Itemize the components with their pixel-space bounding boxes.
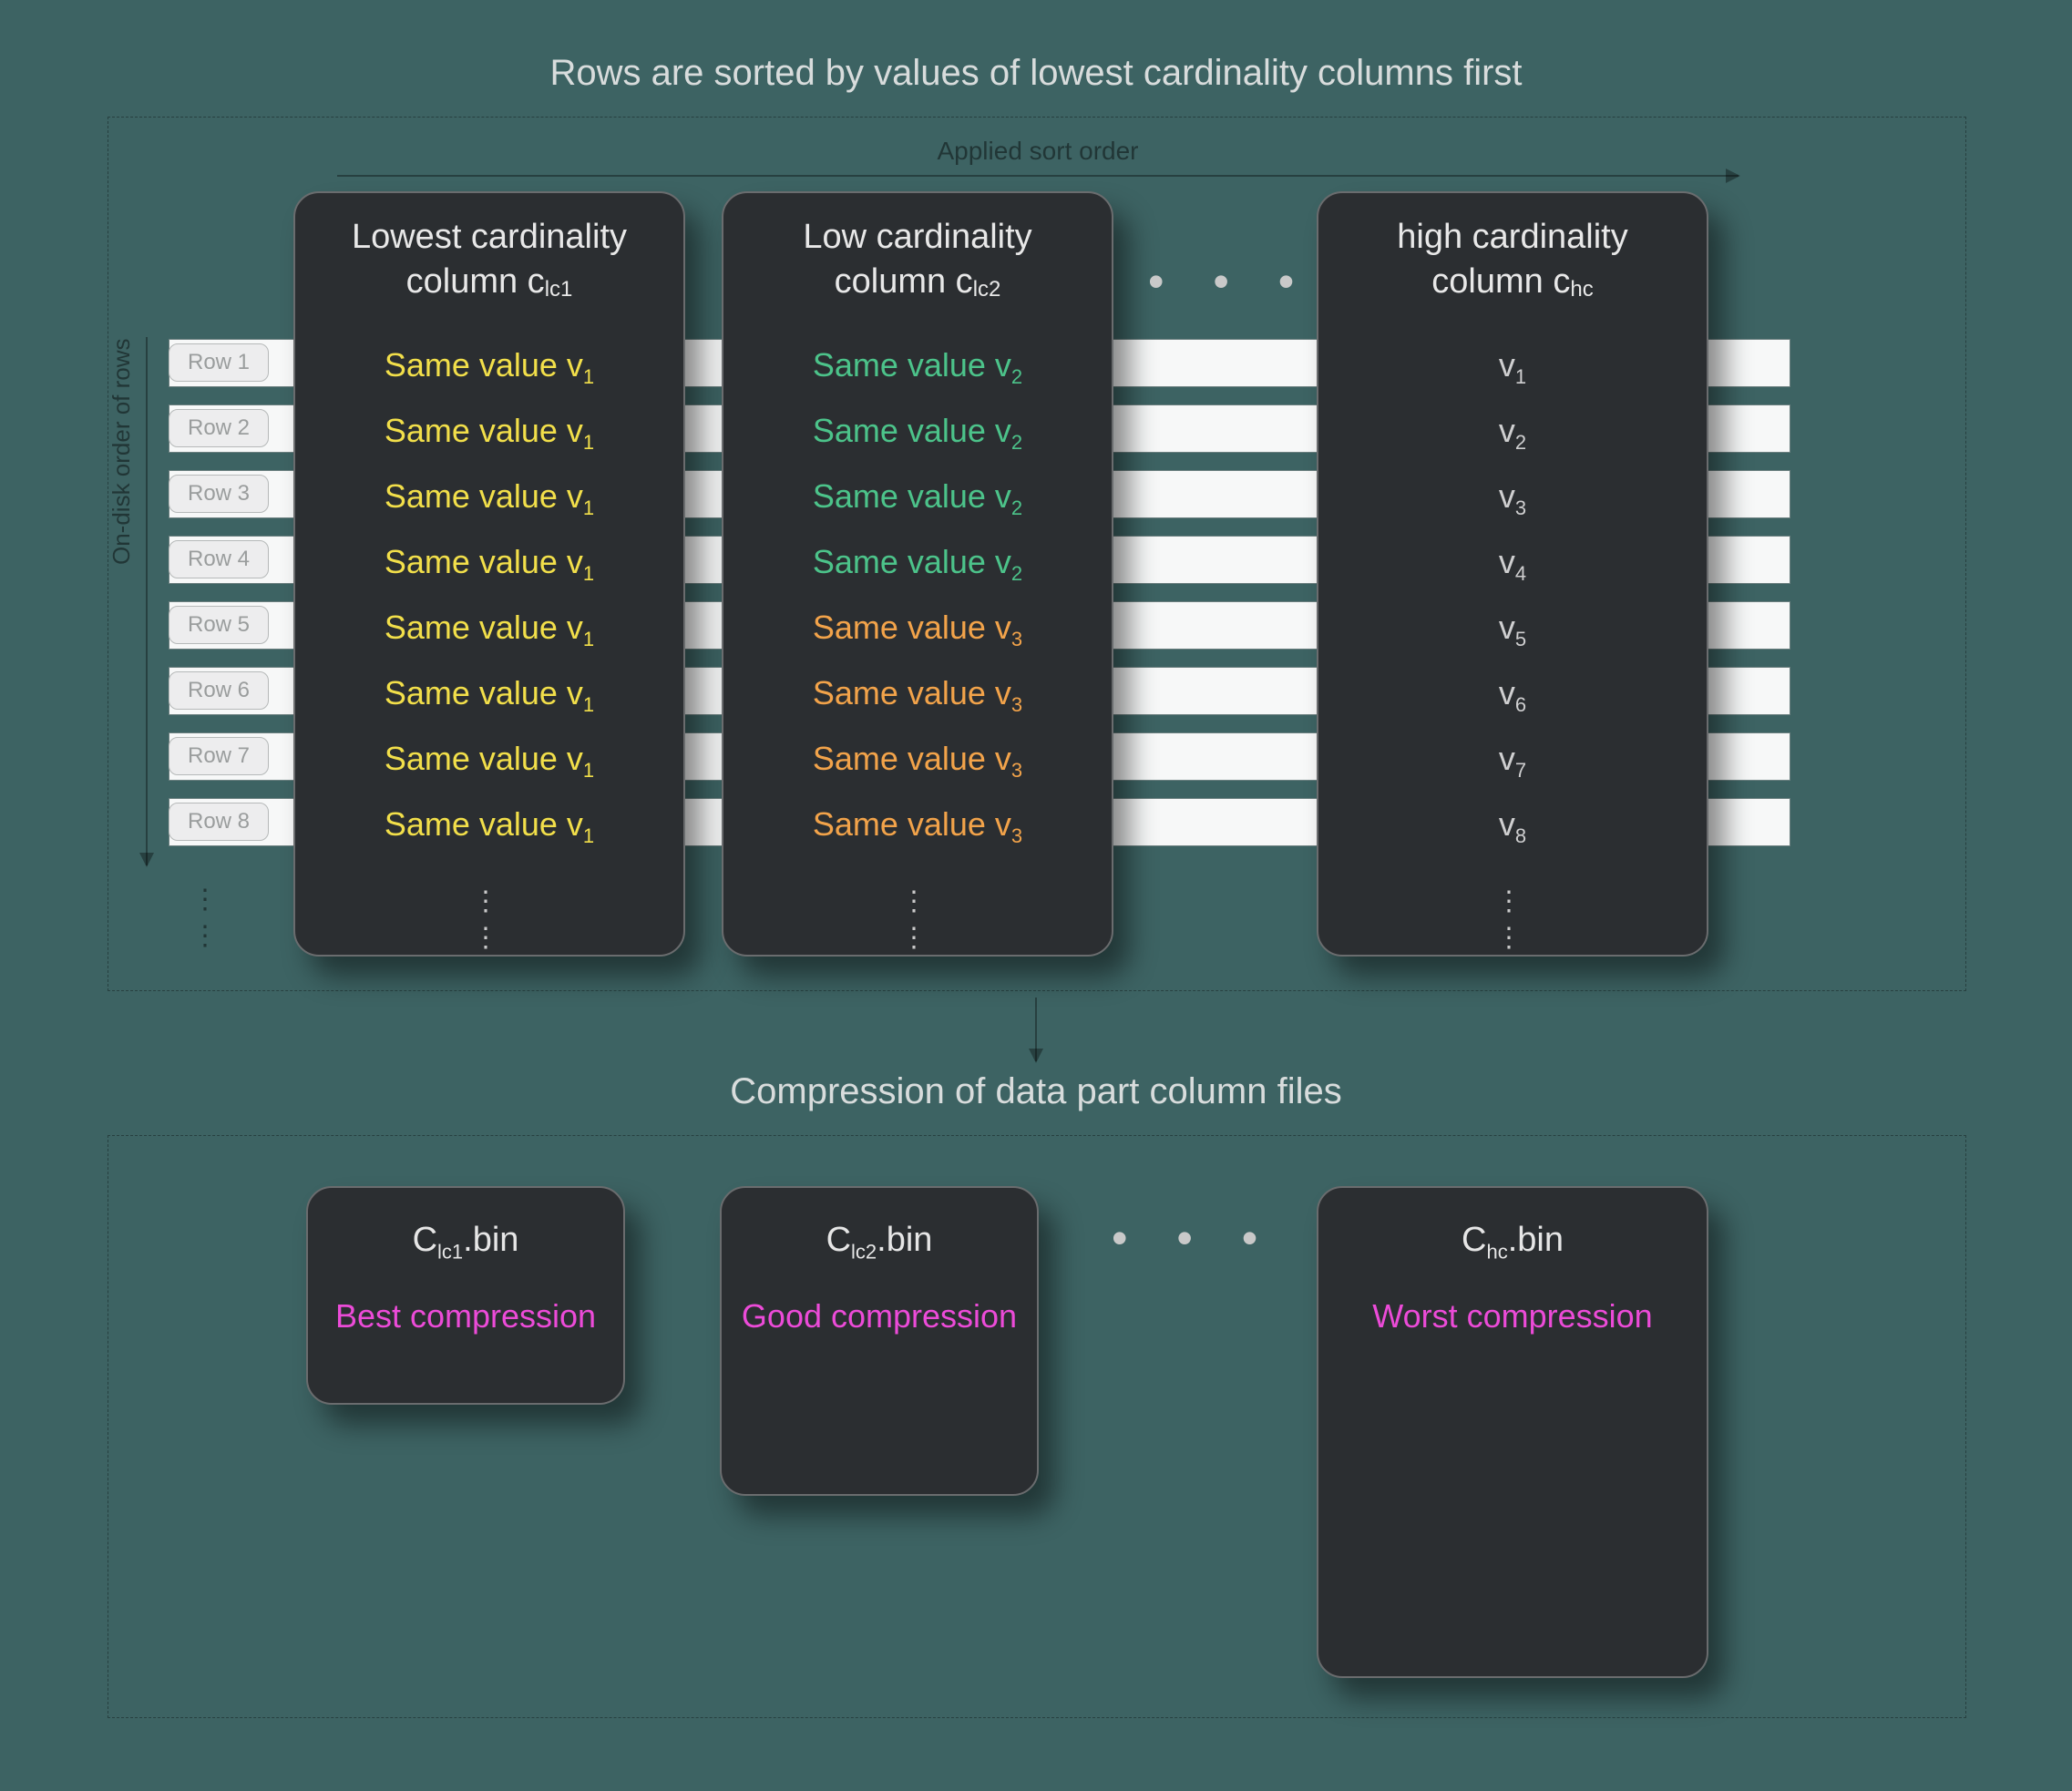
cell-value: Same value v1 bbox=[295, 740, 683, 783]
cell-value: Same value v3 bbox=[723, 609, 1112, 651]
cell-value: Same value v1 bbox=[295, 543, 683, 586]
vdots-icon: ⋮ bbox=[191, 884, 219, 916]
cell-value: Same value v2 bbox=[723, 346, 1112, 389]
top-section-title: Rows are sorted by values of lowest card… bbox=[0, 53, 2072, 94]
on-disk-order-arrow bbox=[146, 337, 148, 865]
cell-value: v8 bbox=[1318, 805, 1707, 848]
bin-compression-desc: Good compression bbox=[722, 1295, 1037, 1336]
cell-value: Same value v1 bbox=[295, 412, 683, 455]
bin-filename: Clc2.bin bbox=[722, 1221, 1037, 1264]
cell-value: Same value v3 bbox=[723, 805, 1112, 848]
bin-card-hc: Chc.bin Worst compression bbox=[1317, 1186, 1708, 1678]
vdots-icon: ⋮ bbox=[191, 920, 219, 952]
cell-value: Same value v2 bbox=[723, 412, 1112, 455]
cell-value: Same value v3 bbox=[723, 674, 1112, 717]
row-label: Row 6 bbox=[169, 671, 269, 710]
hdots-icon: • • • bbox=[1148, 255, 1312, 308]
cell-value: Same value v1 bbox=[295, 674, 683, 717]
column-card-lc2: Low cardinality column clc2 Same value v… bbox=[722, 191, 1113, 957]
row-label: Row 3 bbox=[169, 475, 269, 513]
vdots-icon: ⋮ bbox=[723, 885, 1112, 917]
row-label: Row 1 bbox=[169, 343, 269, 382]
cell-value: Same value v3 bbox=[723, 740, 1112, 783]
on-disk-order-label: On-disk order of rows bbox=[108, 338, 136, 565]
bin-filename: Chc.bin bbox=[1318, 1221, 1707, 1264]
column-card-lc1: Lowest cardinality column clc1 Same valu… bbox=[293, 191, 685, 957]
column-header-hc: high cardinality column chc bbox=[1318, 193, 1707, 303]
row-label: Row 4 bbox=[169, 540, 269, 578]
bin-compression-desc: Best compression bbox=[308, 1295, 623, 1336]
cell-value: Same value v2 bbox=[723, 543, 1112, 586]
column-header-lc2: Low cardinality column clc2 bbox=[723, 193, 1112, 303]
column-header-lc1: Lowest cardinality column clc1 bbox=[295, 193, 683, 303]
vdots-icon: ⋮ bbox=[295, 922, 683, 954]
cell-value: Same value v1 bbox=[295, 609, 683, 651]
bin-card-lc2: Clc2.bin Good compression bbox=[720, 1186, 1039, 1496]
sort-order-label: Applied sort order bbox=[337, 137, 1739, 166]
compression-section-title: Compression of data part column files bbox=[0, 1071, 2072, 1112]
vdots-icon: ⋮ bbox=[295, 885, 683, 917]
cell-value: Same value v1 bbox=[295, 805, 683, 848]
vdots-icon: ⋮ bbox=[723, 922, 1112, 954]
vdots-icon: ⋮ bbox=[1318, 885, 1707, 917]
cell-value: v3 bbox=[1318, 477, 1707, 520]
bin-card-lc1: Clc1.bin Best compression bbox=[306, 1186, 625, 1405]
cell-value: v7 bbox=[1318, 740, 1707, 783]
bin-filename: Clc1.bin bbox=[308, 1221, 623, 1264]
row-label: Row 5 bbox=[169, 606, 269, 644]
cell-value: v1 bbox=[1318, 346, 1707, 389]
cell-value: v6 bbox=[1318, 674, 1707, 717]
row-label: Row 7 bbox=[169, 737, 269, 775]
hdots-icon: • • • bbox=[1112, 1212, 1276, 1264]
cell-value: Same value v1 bbox=[295, 477, 683, 520]
row-label: Row 8 bbox=[169, 803, 269, 841]
vdots-icon: ⋮ bbox=[1318, 922, 1707, 954]
cell-value: v2 bbox=[1318, 412, 1707, 455]
sort-order-arrow bbox=[337, 175, 1739, 177]
connector-arrow-icon bbox=[1035, 998, 1037, 1061]
bin-compression-desc: Worst compression bbox=[1318, 1295, 1707, 1336]
cell-value: Same value v2 bbox=[723, 477, 1112, 520]
cell-value: Same value v1 bbox=[295, 346, 683, 389]
row-label: Row 2 bbox=[169, 409, 269, 447]
column-card-hc: high cardinality column chc v1 v2 v3 v4 v5 v6… bbox=[1317, 191, 1708, 957]
cell-value: v4 bbox=[1318, 543, 1707, 586]
cell-value: v5 bbox=[1318, 609, 1707, 651]
